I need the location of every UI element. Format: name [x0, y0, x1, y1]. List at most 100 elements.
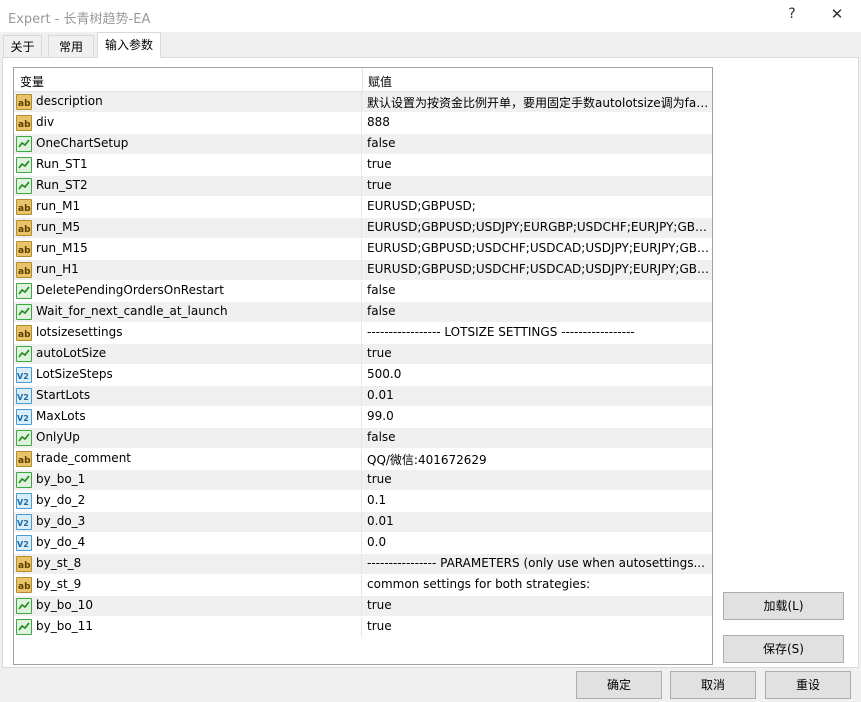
- string-param-icon: ab: [16, 94, 32, 110]
- column-separator[interactable]: [362, 68, 363, 91]
- value-cell[interactable]: 0.01: [367, 388, 710, 402]
- value-cell[interactable]: 888: [367, 115, 710, 129]
- value-cell[interactable]: true: [367, 598, 710, 612]
- variable-cell: ab description: [14, 92, 362, 112]
- value-cell[interactable]: false: [367, 430, 710, 444]
- value-cell[interactable]: false: [367, 283, 710, 297]
- value-cell[interactable]: true: [367, 346, 710, 360]
- value-cell[interactable]: EURUSD;GBPUSD;: [367, 199, 710, 213]
- double-param-icon: V2: [16, 409, 32, 425]
- value-cell[interactable]: true: [367, 619, 710, 633]
- variable-cell: DeletePendingOrdersOnRestart: [14, 281, 362, 301]
- value-cell[interactable]: 0.0: [367, 535, 710, 549]
- table-row[interactable]: by_bo_11 true: [14, 617, 712, 637]
- variable-cell: ab run_M1: [14, 197, 362, 217]
- variable-cell: ab by_st_8: [14, 554, 362, 574]
- window-title: Expert - 长青树趋势-EA: [8, 12, 151, 27]
- value-cell[interactable]: true: [367, 157, 710, 171]
- variable-cell: OneChartSetup: [14, 134, 362, 154]
- variable-cell: by_bo_11: [14, 617, 362, 637]
- table-row[interactable]: V2 LotSizeSteps 500.0: [14, 365, 712, 385]
- variable-name: by_st_9: [36, 577, 82, 591]
- value-cell[interactable]: true: [367, 472, 710, 486]
- value-cell[interactable]: EURUSD;GBPUSD;USDCHF;USDCAD;USDJPY;EURJP…: [367, 241, 710, 255]
- variable-name: by_st_8: [36, 556, 82, 570]
- table-row[interactable]: by_bo_1 true: [14, 470, 712, 490]
- table-row[interactable]: ab run_M5 EURUSD;GBPUSD;USDJPY;EURGBP;USDC…: [14, 218, 712, 238]
- variable-name: DeletePendingOrdersOnRestart: [36, 283, 224, 297]
- table-row[interactable]: Wait_for_next_candle_at_launch false: [14, 302, 712, 322]
- variable-cell: OnlyUp: [14, 428, 362, 448]
- svg-text:ab: ab: [18, 456, 31, 466]
- load-button[interactable]: 加载(L): [723, 592, 844, 620]
- svg-text:ab: ab: [18, 330, 31, 340]
- value-cell[interactable]: 0.1: [367, 493, 710, 507]
- value-cell[interactable]: 默认设置为按资金比例开单，要用固定手数autolotsize调为false: [367, 94, 710, 111]
- column-header-variable[interactable]: 变量: [20, 73, 44, 90]
- variable-name: lotsizesettings: [36, 325, 123, 339]
- value-cell[interactable]: EURUSD;GBPUSD;USDCHF;USDCAD;USDJPY;EURJP…: [367, 262, 710, 276]
- value-cell[interactable]: EURUSD;GBPUSD;USDJPY;EURGBP;USDCHF;EURJP…: [367, 220, 710, 234]
- bool-param-icon: [16, 472, 32, 488]
- reset-button[interactable]: 重设: [765, 671, 851, 699]
- variable-cell: Wait_for_next_candle_at_launch: [14, 302, 362, 322]
- value-cell[interactable]: common settings for both strategies:: [367, 577, 710, 591]
- table-row[interactable]: ab by_st_9 common settings for both strate…: [14, 575, 712, 595]
- variable-name: description: [36, 94, 103, 108]
- value-cell[interactable]: false: [367, 136, 710, 150]
- variable-cell: V2 by_do_4: [14, 533, 362, 553]
- table-row[interactable]: by_bo_10 true: [14, 596, 712, 616]
- table-row[interactable]: V2 MaxLots 99.0: [14, 407, 712, 427]
- help-button[interactable]: ?: [780, 2, 804, 26]
- close-button[interactable]: ✕: [825, 2, 849, 26]
- string-param-icon: ab: [16, 556, 32, 572]
- value-cell[interactable]: ----------------- LOTSIZE SETTINGS -----…: [367, 325, 710, 339]
- variable-name: run_H1: [36, 262, 79, 276]
- value-cell[interactable]: 99.0: [367, 409, 710, 423]
- bool-param-icon: [16, 304, 32, 320]
- table-row[interactable]: ab description 默认设置为按资金比例开单，要用固定手数autolots…: [14, 92, 712, 112]
- value-cell[interactable]: 500.0: [367, 367, 710, 381]
- tab-about[interactable]: 关于: [3, 35, 42, 57]
- variable-cell: V2 LotSizeSteps: [14, 365, 362, 385]
- cancel-button[interactable]: 取消: [670, 671, 756, 699]
- table-row[interactable]: ab run_H1 EURUSD;GBPUSD;USDCHF;USDCAD;USDJ…: [14, 260, 712, 280]
- table-row[interactable]: ab lotsizesettings ----------------- LOTSI…: [14, 323, 712, 343]
- value-cell[interactable]: false: [367, 304, 710, 318]
- table-row[interactable]: ab run_M15 EURUSD;GBPUSD;USDCHF;USDCAD;USD…: [14, 239, 712, 259]
- value-cell[interactable]: ---------------- PARAMETERS (only use wh…: [367, 556, 710, 570]
- value-cell[interactable]: true: [367, 178, 710, 192]
- save-button[interactable]: 保存(S): [723, 635, 844, 663]
- variable-cell: V2 StartLots: [14, 386, 362, 406]
- value-cell[interactable]: QQ/微信:401672629: [367, 451, 710, 468]
- svg-text:ab: ab: [18, 204, 31, 214]
- table-row[interactable]: OneChartSetup false: [14, 134, 712, 154]
- ok-button[interactable]: 确定: [576, 671, 662, 699]
- svg-text:V2: V2: [17, 498, 29, 507]
- bool-param-icon: [16, 430, 32, 446]
- table-row[interactable]: Run_ST1 true: [14, 155, 712, 175]
- table-row[interactable]: ab by_st_8 ---------------- PARAMETERS (on…: [14, 554, 712, 574]
- table-row[interactable]: V2 StartLots 0.01: [14, 386, 712, 406]
- svg-text:ab: ab: [18, 267, 31, 277]
- svg-text:V2: V2: [17, 414, 29, 423]
- value-cell[interactable]: 0.01: [367, 514, 710, 528]
- table-row[interactable]: V2 by_do_3 0.01: [14, 512, 712, 532]
- table-row[interactable]: V2 by_do_4 0.0: [14, 533, 712, 553]
- svg-text:ab: ab: [18, 582, 31, 592]
- table-row[interactable]: ab div 888: [14, 113, 712, 133]
- tab-inputs[interactable]: 输入参数: [97, 32, 161, 58]
- table-row[interactable]: autoLotSize true: [14, 344, 712, 364]
- double-param-icon: V2: [16, 535, 32, 551]
- tab-common[interactable]: 常用: [48, 35, 94, 57]
- table-row[interactable]: ab run_M1 EURUSD;GBPUSD;: [14, 197, 712, 217]
- variable-name: trade_comment: [36, 451, 132, 465]
- table-row[interactable]: DeletePendingOrdersOnRestart false: [14, 281, 712, 301]
- table-row[interactable]: OnlyUp false: [14, 428, 712, 448]
- table-row[interactable]: Run_ST2 true: [14, 176, 712, 196]
- column-header-value[interactable]: 赋值: [368, 73, 392, 90]
- variable-name: by_bo_1: [36, 472, 86, 486]
- table-row[interactable]: V2 by_do_2 0.1: [14, 491, 712, 511]
- table-row[interactable]: ab trade_comment QQ/微信:401672629: [14, 449, 712, 469]
- string-param-icon: ab: [16, 220, 32, 236]
